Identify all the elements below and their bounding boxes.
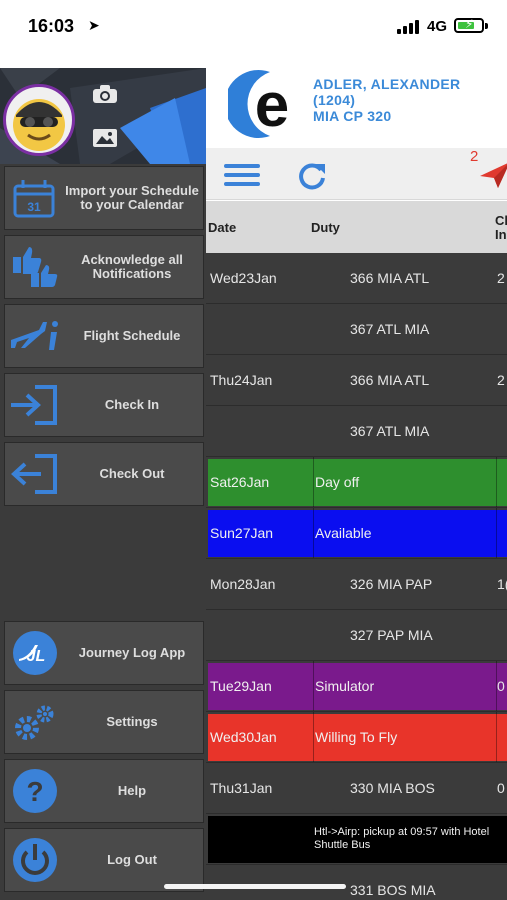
crew-id: (1204) <box>313 92 356 108</box>
row-date: Sat26Jan <box>210 474 270 490</box>
status-bar: 16:03 ➤ 4G ⚡ <box>0 0 507 56</box>
acknowledge-notifications-label: Acknowledge all Notifications <box>81 252 183 281</box>
profile-header: e ADLER, ALEXANDER (1204) MIA CP 320 <box>206 68 507 148</box>
check-in-label: Check In <box>104 397 160 412</box>
calendar-icon: 31 <box>5 166 65 230</box>
signal-icon <box>397 20 421 34</box>
help-label: Help <box>117 783 147 798</box>
column-date: Date <box>208 220 237 235</box>
paper-plane-icon[interactable] <box>480 162 507 188</box>
table-row[interactable]: Thu31Jan 330 MIA BOS 0 <box>206 763 507 814</box>
row-duty: Willing To Fly <box>315 729 398 745</box>
home-indicator[interactable] <box>164 884 346 889</box>
crew-name: ADLER, ALEXANDER <box>313 76 461 92</box>
row-duty: 331 BOS MIA <box>350 882 436 898</box>
power-icon <box>5 828 65 892</box>
row-checkin: 0 <box>497 780 505 796</box>
table-row[interactable]: 367 ATL MIA <box>206 304 507 355</box>
row-duty: 367 ATL MIA <box>350 423 430 439</box>
camera-icon[interactable] <box>92 84 118 104</box>
svg-text:?: ? <box>26 776 43 807</box>
airline-logo: e <box>228 70 289 140</box>
battery-icon: ⚡ <box>454 17 484 33</box>
row-duty: Simulator <box>315 678 375 694</box>
acknowledge-notifications-button[interactable]: Acknowledge all Notifications <box>4 235 204 299</box>
sign-in-icon <box>5 373 65 437</box>
table-row[interactable]: Wed30Jan Willing To Fly <box>206 712 507 763</box>
crew-base: MIA CP 320 <box>313 108 392 124</box>
table-row[interactable]: 331 BOS MIA <box>206 865 507 900</box>
journey-log-label: Journey Log App <box>78 645 186 660</box>
location-arrow-icon: ➤ <box>88 17 100 33</box>
row-checkin: 0 <box>497 678 505 694</box>
flight-schedule-button[interactable]: Flight Schedule <box>4 304 204 368</box>
sign-out-icon <box>5 442 65 506</box>
row-date: Tue29Jan <box>210 678 272 694</box>
status-time: 16:03 <box>28 16 75 36</box>
table-row[interactable]: Mon28Jan 326 MIA PAP 1( <box>206 559 507 610</box>
table-row[interactable]: 367 ATL MIA <box>206 406 507 457</box>
svg-text:31: 31 <box>27 200 41 214</box>
table-row[interactable]: Tue29Jan Simulator 0 <box>206 661 507 712</box>
row-duty: 326 MIA PAP <box>350 576 433 592</box>
hamburger-icon[interactable] <box>224 164 260 186</box>
column-duty: Duty <box>311 220 340 235</box>
row-transport-note: Htl->Airp: pickup at 09:57 with Hotel Sh… <box>314 826 490 851</box>
table-row[interactable]: Htl->Airp: pickup at 09:57 with Hotel Sh… <box>206 814 507 865</box>
drawer-header <box>0 68 206 164</box>
row-checkin: 2 <box>497 270 505 286</box>
row-date: Thu24Jan <box>210 372 273 388</box>
svg-text:e: e <box>255 71 289 140</box>
row-date: Sun27Jan <box>210 525 274 541</box>
import-schedule-button[interactable]: 31 Import your Schedule to your Calendar <box>4 166 204 230</box>
help-button[interactable]: ? Help <box>4 759 204 823</box>
question-icon: ? <box>5 759 65 823</box>
table-row[interactable]: Wed23Jan 366 MIA ATL 2 <box>206 253 507 304</box>
schedule-table-header: Date Duty Cl In <box>206 201 507 253</box>
flight-schedule-label: Flight Schedule <box>83 328 181 343</box>
table-row[interactable]: Sun27Jan Available <box>206 508 507 559</box>
log-out-button[interactable]: Log Out <box>4 828 204 892</box>
table-row[interactable]: 327 PAP MIA <box>206 610 507 661</box>
schedule-table: Wed23Jan 366 MIA ATL 2 367 ATL MIA Thu24Jan 3… <box>206 253 507 900</box>
crew-info: ADLER, ALEXANDER (1204) MIA CP 320 <box>313 76 460 124</box>
row-duty: 366 MIA ATL <box>350 270 430 286</box>
check-in-button[interactable]: Check In <box>4 373 204 437</box>
row-date: Mon28Jan <box>210 576 276 592</box>
journey-log-button[interactable]: JL Journey Log App <box>4 621 204 685</box>
settings-button[interactable]: Settings <box>4 690 204 754</box>
svg-text:JL: JL <box>27 648 46 665</box>
row-duty: 367 ATL MIA <box>350 321 430 337</box>
log-out-label: Log Out <box>107 852 157 867</box>
table-row[interactable]: Thu24Jan 366 MIA ATL 2 <box>206 355 507 406</box>
row-checkin: 1( <box>497 576 507 592</box>
row-date: Wed30Jan <box>210 729 277 745</box>
check-out-button[interactable]: Check Out <box>4 442 204 506</box>
table-row[interactable]: Sat26Jan Day off <box>206 457 507 508</box>
import-schedule-label: Import your Schedule to your Calendar <box>65 183 199 212</box>
row-checkin: 2 <box>497 372 505 388</box>
row-duty: 327 PAP MIA <box>350 627 433 643</box>
network-type: 4G <box>427 18 448 35</box>
side-drawer: 31 Import your Schedule to your Calendar… <box>0 68 206 900</box>
row-duty: 366 MIA ATL <box>350 372 430 388</box>
notification-count: 2 <box>470 148 479 165</box>
gears-icon <box>5 690 65 754</box>
row-duty: Day off <box>315 474 360 490</box>
row-duty: Available <box>315 525 372 541</box>
avatar[interactable] <box>3 84 75 156</box>
plane-info-icon <box>5 304 65 368</box>
column-checkin: Cl In <box>495 213 507 242</box>
check-out-label: Check Out <box>99 466 165 481</box>
thumbs-up-icon <box>5 235 65 299</box>
settings-label: Settings <box>106 714 158 729</box>
toolbar: 2 <box>206 148 507 200</box>
row-date: Thu31Jan <box>210 780 273 796</box>
gallery-icon[interactable] <box>92 128 118 148</box>
row-duty: 330 MIA BOS <box>350 780 435 796</box>
row-date: Wed23Jan <box>210 270 277 286</box>
journey-log-icon: JL <box>5 621 65 685</box>
refresh-icon[interactable] <box>297 160 327 190</box>
